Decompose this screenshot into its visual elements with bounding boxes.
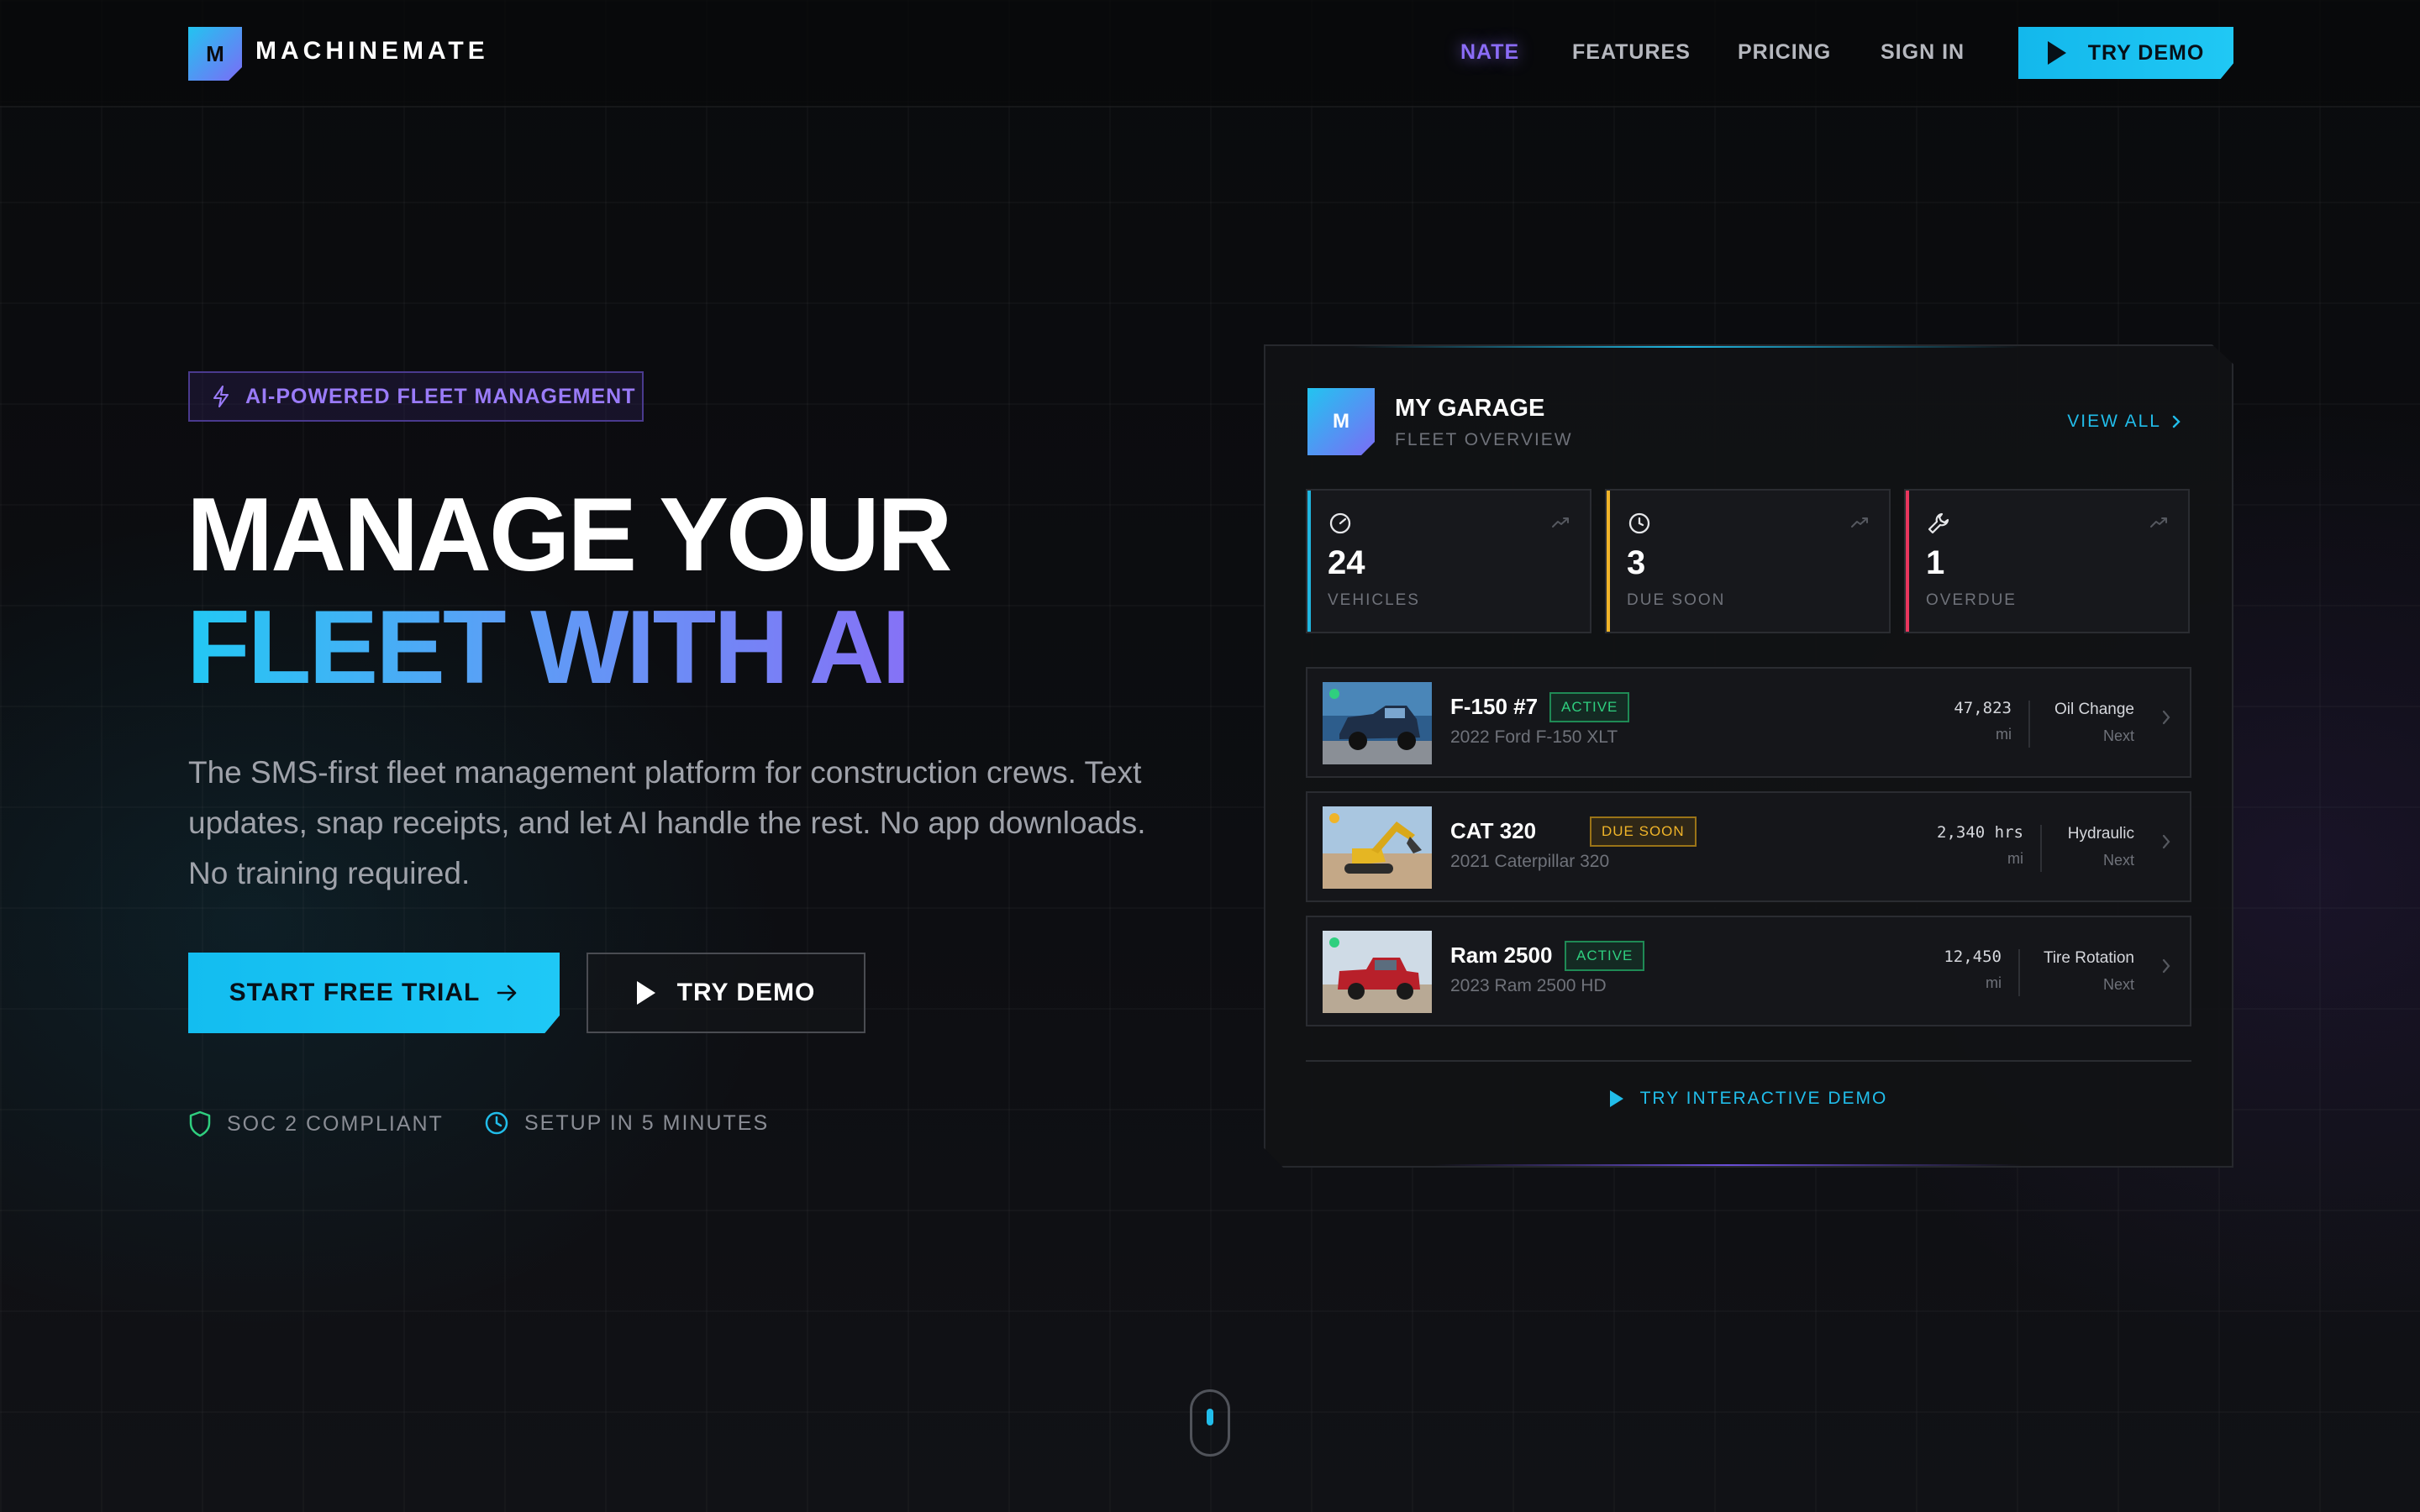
stat-value: 1 bbox=[1926, 544, 1945, 581]
nav-link-features[interactable]: FEATURES bbox=[1572, 40, 1691, 65]
trust-item-soc2: SOC 2 COMPLIANT bbox=[188, 1110, 444, 1137]
trust-setup-label: SETUP IN 5 MINUTES bbox=[524, 1110, 770, 1135]
clock-icon bbox=[1628, 512, 1650, 534]
stat-label: OVERDUE bbox=[1926, 591, 2017, 609]
wrench-icon bbox=[1928, 512, 1949, 534]
vehicle-row-ram2500[interactable]: Ram 2500 ACTIVE 2023 Ram 2500 HD 12,450 … bbox=[1306, 916, 2191, 1026]
vehicle-thumbnail-pickup bbox=[1323, 931, 1432, 1013]
headline-line-1: MANAGE YOUR bbox=[187, 477, 953, 593]
start-free-trial-button[interactable]: START FREE TRIAL bbox=[188, 953, 560, 1033]
trust-item-setup: SETUP IN 5 MINUTES bbox=[484, 1110, 769, 1136]
scroll-wheel bbox=[1207, 1409, 1213, 1425]
garage-logo-icon: M bbox=[1307, 388, 1375, 455]
chevron-right-icon bbox=[2162, 710, 2170, 725]
chevron-right-icon bbox=[2172, 415, 2181, 428]
nav-link-nate[interactable]: NATE bbox=[1460, 40, 1519, 65]
next-service-label: Next bbox=[2102, 976, 2134, 993]
row-divider bbox=[2028, 701, 2030, 748]
status-badge: ACTIVE bbox=[1549, 692, 1630, 722]
stat-label: VEHICLES bbox=[1328, 591, 1420, 609]
stat-value: 3 bbox=[1627, 544, 1646, 581]
nav-try-demo-button[interactable]: TRY DEMO bbox=[2018, 27, 2233, 79]
next-service-label: Next bbox=[2102, 727, 2134, 744]
start-free-trial-label: START FREE TRIAL bbox=[229, 979, 481, 1006]
garage-title: MY GARAGE bbox=[1395, 395, 1545, 422]
vehicle-thumbnail-excavator bbox=[1323, 806, 1432, 889]
vehicle-mileage-unit: mi bbox=[2007, 850, 2023, 867]
trust-soc2-label: SOC 2 COMPLIANT bbox=[227, 1111, 444, 1136]
view-all-label: VIEW ALL bbox=[2067, 412, 2161, 431]
next-service: Tire Rotation bbox=[2043, 949, 2134, 967]
chevron-right-icon bbox=[2162, 834, 2170, 849]
lightning-icon bbox=[213, 386, 229, 407]
vehicle-model: 2023 Ram 2500 HD bbox=[1450, 976, 1607, 995]
trend-up-icon bbox=[2150, 517, 2167, 528]
vehicle-mileage-unit: mi bbox=[1986, 974, 2002, 991]
vehicle-name: CAT 320 bbox=[1450, 818, 1537, 843]
brand-name[interactable]: MACHINEMATE bbox=[255, 37, 489, 66]
hero-subtext: The SMS-first fleet management platform … bbox=[188, 755, 1146, 890]
trend-up-icon bbox=[1851, 517, 1868, 528]
hero-badge: AI-POWERED FLEET MANAGEMENT bbox=[188, 371, 644, 422]
row-divider bbox=[2018, 949, 2020, 996]
shield-icon bbox=[189, 1110, 211, 1137]
hero-badge-label: AI-POWERED FLEET MANAGEMENT bbox=[245, 384, 636, 408]
vehicle-thumbnail-truck bbox=[1323, 682, 1432, 764]
card-divider bbox=[1306, 1060, 2191, 1062]
next-service: Oil Change bbox=[2054, 701, 2134, 718]
stat-vehicles[interactable]: 24 VEHICLES bbox=[1306, 489, 1591, 633]
gauge-icon bbox=[1329, 512, 1351, 534]
card-top-glow bbox=[1349, 346, 2022, 348]
card-bottom-glow bbox=[1434, 1164, 2022, 1166]
view-all-link[interactable]: VIEW ALL bbox=[2067, 412, 2181, 432]
play-icon bbox=[636, 981, 655, 1005]
row-divider bbox=[2040, 825, 2042, 872]
chevron-right-icon bbox=[2162, 958, 2170, 974]
vehicle-mileage: 47,823 bbox=[1954, 699, 2012, 717]
vehicle-mileage: 2,340 hrs bbox=[1937, 823, 2023, 842]
stat-due-soon[interactable]: 3 DUE SOON bbox=[1605, 489, 1891, 633]
stat-accent-bar bbox=[1906, 491, 1909, 632]
next-service: Hydraulic bbox=[2067, 825, 2134, 843]
vehicle-name: Ram 2500 bbox=[1450, 942, 1553, 968]
status-dot bbox=[1329, 813, 1339, 823]
try-demo-label: TRY DEMO bbox=[676, 979, 816, 1006]
nav-link-sign-in[interactable]: SIGN IN bbox=[1881, 40, 1965, 65]
top-nav: M MACHINEMATE NATE FEATURES PRICING SIGN… bbox=[0, 0, 2420, 108]
logo-icon[interactable]: M bbox=[188, 27, 242, 81]
status-badge: DUE SOON bbox=[1590, 816, 1697, 847]
status-dot bbox=[1329, 689, 1339, 699]
stat-overdue[interactable]: 1 OVERDUE bbox=[1904, 489, 2190, 633]
vehicle-row-cat320[interactable]: CAT 320 DUE SOON 2021 Caterpillar 320 2,… bbox=[1306, 791, 2191, 902]
stat-accent-bar bbox=[1607, 491, 1610, 632]
clock-icon bbox=[485, 1111, 508, 1135]
status-dot bbox=[1329, 937, 1339, 948]
vehicle-mileage-unit: mi bbox=[1996, 726, 2012, 743]
try-demo-button[interactable]: TRY DEMO bbox=[587, 953, 865, 1033]
garage-card: M MY GARAGE FLEET OVERVIEW VIEW ALL 24 V… bbox=[1264, 344, 2233, 1168]
vehicle-model: 2021 Caterpillar 320 bbox=[1450, 852, 1610, 871]
headline-line-2: FLEET WITH AI bbox=[187, 591, 950, 704]
stat-accent-bar bbox=[1307, 491, 1311, 632]
play-icon bbox=[2047, 41, 2066, 65]
garage-subtitle: FLEET OVERVIEW bbox=[1395, 430, 1573, 449]
play-icon bbox=[1609, 1090, 1623, 1107]
stat-label: DUE SOON bbox=[1627, 591, 1726, 609]
vehicle-model: 2022 Ford F-150 XLT bbox=[1450, 727, 1618, 747]
status-badge: ACTIVE bbox=[1565, 941, 1645, 971]
trend-up-icon bbox=[1552, 517, 1569, 528]
try-interactive-demo-link[interactable]: TRY INTERACTIVE DEMO bbox=[1265, 1089, 2232, 1109]
next-service-label: Next bbox=[2102, 852, 2134, 869]
arrow-right-icon bbox=[497, 984, 517, 1001]
hero-headline: MANAGE YOUR FLEET WITH AI bbox=[187, 477, 953, 704]
vehicle-mileage: 12,450 bbox=[1944, 948, 2002, 966]
stat-value: 24 bbox=[1328, 544, 1365, 581]
scroll-indicator-icon[interactable] bbox=[1190, 1389, 1230, 1457]
nav-link-pricing[interactable]: PRICING bbox=[1738, 40, 1831, 65]
vehicle-row-f150[interactable]: F-150 #7 ACTIVE 2022 Ford F-150 XLT 47,8… bbox=[1306, 667, 2191, 778]
nav-try-demo-label: TRY DEMO bbox=[2087, 40, 2205, 65]
vehicle-name: F-150 #7 bbox=[1450, 694, 1539, 719]
try-interactive-demo-label: TRY INTERACTIVE DEMO bbox=[1639, 1089, 1888, 1108]
